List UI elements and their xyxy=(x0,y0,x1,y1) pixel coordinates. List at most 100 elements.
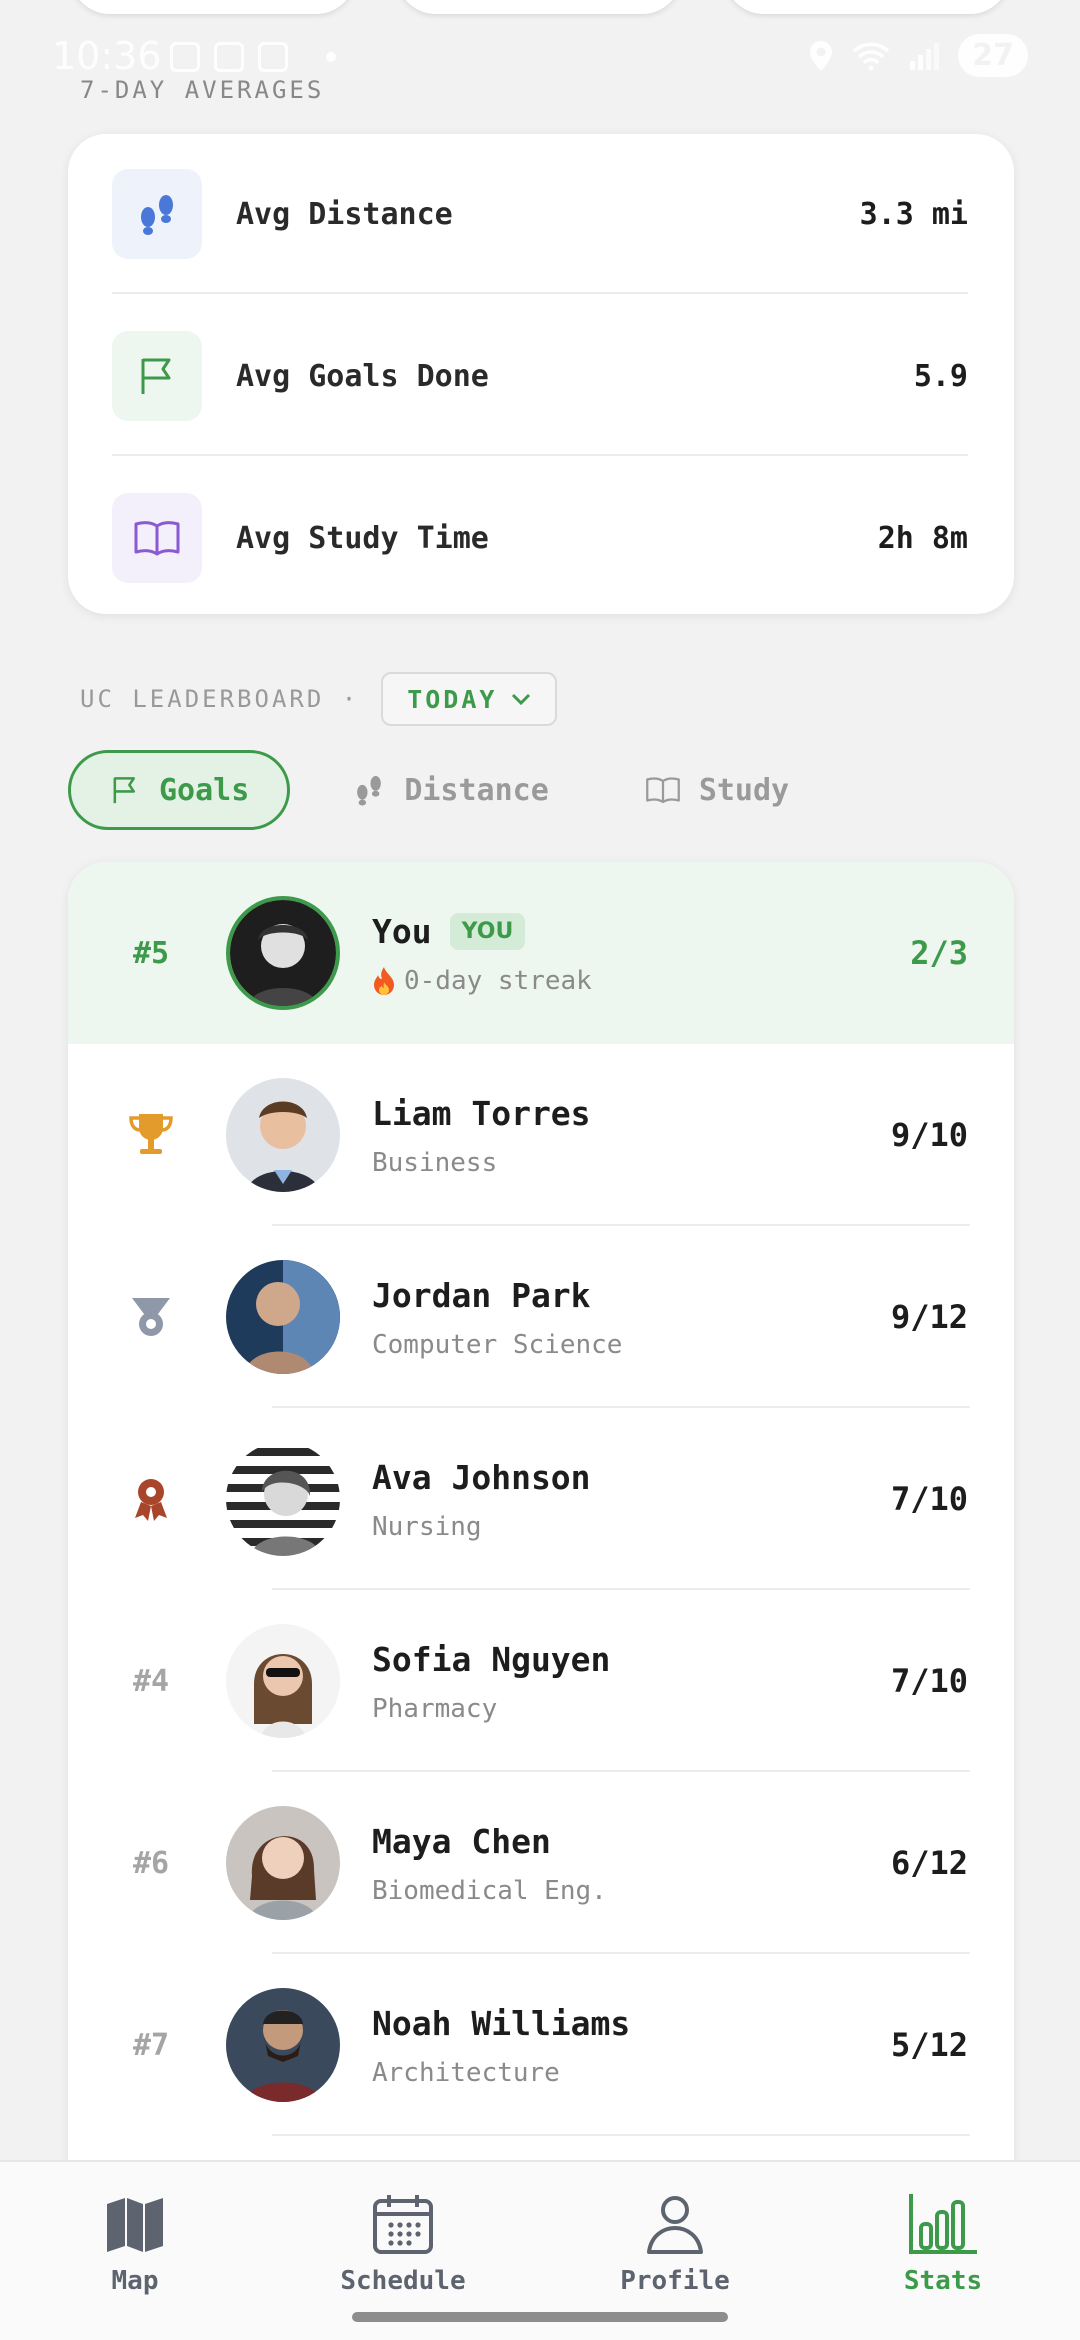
leaderboard-row[interactable]: Jordan Park Computer Science 9/12 xyxy=(68,1226,1014,1408)
member-major: Pharmacy xyxy=(372,1694,498,1724)
period-label: TODAY xyxy=(407,684,498,714)
member-name: Maya Chen xyxy=(372,1822,551,1861)
status-time: 10:36 xyxy=(52,34,162,78)
leaderboard-row[interactable]: #7 Noah Williams Architecture 5/12 xyxy=(68,1954,1014,2136)
nav-label: Schedule xyxy=(340,2266,466,2296)
tab-label: Distance xyxy=(404,772,549,808)
section-title-averages: 7-DAY AVERAGES xyxy=(80,76,325,104)
score: 9/10 xyxy=(890,1116,968,1154)
map-icon xyxy=(107,2198,163,2252)
member-name: Noah Williams xyxy=(372,2004,631,2043)
avatar xyxy=(226,1806,340,1920)
screenshot-icon xyxy=(170,42,200,72)
leaderboard-tabs: Goals Distance Study xyxy=(68,750,789,830)
fire-icon xyxy=(374,967,394,995)
home-indicator xyxy=(352,2312,728,2322)
avg-row-study: Avg Study Time 2h 8m xyxy=(112,458,968,618)
footprints-icon xyxy=(357,775,382,806)
leaderboard-title: UC LEADERBOARD · xyxy=(80,685,360,713)
rank-label: #6 xyxy=(132,1845,170,1881)
signal-icon xyxy=(910,42,940,70)
avatar xyxy=(226,1988,340,2102)
avg-value: 2h 8m xyxy=(877,520,968,556)
top-card xyxy=(724,0,1010,14)
nav-stats[interactable]: Stats xyxy=(858,2192,1028,2296)
avg-label: Avg Distance xyxy=(236,196,453,232)
member-name: Ava Johnson xyxy=(372,1458,591,1497)
avg-value: 3.3 mi xyxy=(859,196,968,232)
rank-label: #7 xyxy=(132,2027,170,2063)
score: 9/12 xyxy=(890,1298,968,1336)
dot-icon xyxy=(326,52,336,62)
leaderboard-row[interactable]: #4 Sofia Nguyen Pharmacy 7/10 xyxy=(68,1590,1014,1772)
top-card xyxy=(70,0,356,14)
leaderboard-row[interactable]: Liam Torres Business 9/10 xyxy=(68,1044,1014,1226)
nav-map[interactable]: Map xyxy=(50,2192,220,2296)
book-icon xyxy=(112,493,202,583)
tab-study[interactable]: Study xyxy=(645,750,789,830)
leaderboard-header: UC LEADERBOARD · TODAY xyxy=(80,672,558,726)
member-name: Liam Torres xyxy=(372,1094,591,1133)
score: 6/12 xyxy=(890,1844,968,1882)
trophy-icon xyxy=(106,1044,196,1226)
silver-medal-icon xyxy=(106,1226,196,1408)
nav-schedule[interactable]: Schedule xyxy=(318,2192,488,2296)
member-major: Architecture xyxy=(372,2058,560,2088)
score: 7/10 xyxy=(890,1662,968,1700)
person-icon xyxy=(647,2196,703,2254)
nav-label: Stats xyxy=(903,2266,983,2296)
notification-icons xyxy=(170,42,288,72)
avg-label: Avg Study Time xyxy=(236,520,489,556)
leaderboard-row[interactable]: Ava Johnson Nursing 7/10 xyxy=(68,1408,1014,1590)
tab-label: Study xyxy=(698,772,790,808)
nav-label: Map xyxy=(111,2266,159,2296)
leaderboard-row-me[interactable]: #5 You YOU 0-day streak 2/3 xyxy=(68,862,1014,1044)
member-name: Sofia Nguyen xyxy=(372,1640,611,1679)
member-major: Nursing xyxy=(372,1512,482,1542)
score: 5/12 xyxy=(890,2026,968,2064)
chevron-down-icon xyxy=(512,693,531,706)
avg-label: Avg Goals Done xyxy=(236,358,489,394)
tab-distance[interactable]: Distance xyxy=(352,750,549,830)
score: 2/3 xyxy=(910,934,968,972)
nav-profile[interactable]: Profile xyxy=(590,2192,760,2296)
member-name: Jordan Park xyxy=(372,1276,591,1315)
calendar-icon xyxy=(373,2195,433,2254)
flag-icon xyxy=(112,331,202,421)
bar-chart-icon xyxy=(909,2194,977,2254)
avg-row-distance: Avg Distance 3.3 mi xyxy=(112,134,968,294)
location-icon xyxy=(810,40,833,71)
rank-label: #4 xyxy=(132,1663,170,1699)
member-major: Biomedical Eng. xyxy=(372,1876,607,1906)
leaderboard-list: #5 You YOU 0-day streak 2/3 Liam Torres … xyxy=(68,862,1014,2340)
period-dropdown[interactable]: TODAY xyxy=(381,672,558,726)
streak-label: 0-day streak xyxy=(404,966,592,996)
member-name: You YOU xyxy=(372,912,526,951)
score: 7/10 xyxy=(890,1480,968,1518)
flag-icon xyxy=(113,777,135,804)
tab-goals[interactable]: Goals xyxy=(68,750,291,830)
averages-card: Avg Distance 3.3 mi Avg Goals Done 5.9 A… xyxy=(68,134,1014,614)
streak-text: 0-day streak xyxy=(372,966,592,996)
rank-label: #5 xyxy=(132,935,170,971)
avatar xyxy=(226,1260,340,1374)
member-name-text: You xyxy=(372,912,432,951)
tab-label: Goals xyxy=(159,772,250,808)
you-badge: YOU xyxy=(449,913,526,950)
avg-value: 5.9 xyxy=(913,358,968,394)
avatar xyxy=(226,1442,340,1556)
leaderboard-row[interactable]: #6 Maya Chen Biomedical Eng. 6/12 xyxy=(68,1772,1014,1954)
avatar xyxy=(226,1624,340,1738)
instagram-icon xyxy=(258,42,288,72)
top-card xyxy=(396,0,682,14)
top-cards-overflow xyxy=(0,0,1080,16)
bronze-medal-icon xyxy=(106,1408,196,1590)
status-right: 27 xyxy=(808,34,1028,77)
avg-row-goals: Avg Goals Done 5.9 xyxy=(112,296,968,456)
member-major: Business xyxy=(372,1148,498,1178)
mail-icon xyxy=(214,42,244,72)
battery-indicator: 27 xyxy=(958,34,1028,77)
row-divider xyxy=(272,2134,970,2136)
book-icon xyxy=(645,777,680,804)
wifi-icon xyxy=(853,42,890,70)
